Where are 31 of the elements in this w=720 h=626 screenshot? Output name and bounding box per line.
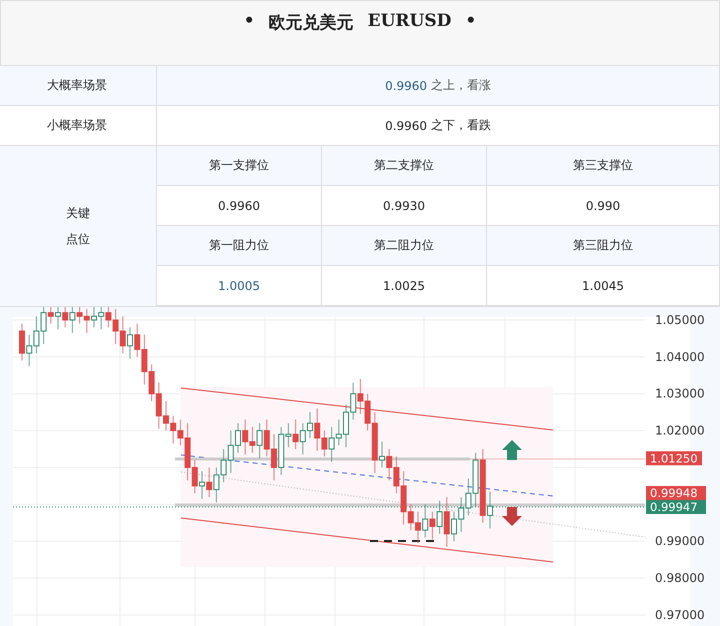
pair-symbol: EURUSD (368, 11, 452, 31)
price-tag: 0.99947 (646, 500, 706, 514)
level-header: 第一阻力位 (157, 226, 322, 266)
scenario-value: 0.9960 之上，看涨 (157, 66, 720, 105)
level-value: 1.0025 (322, 266, 487, 306)
bullet-text: • (244, 11, 255, 31)
level-value: 1.0005 (157, 266, 322, 306)
axis-label: 1.04000 (655, 350, 705, 364)
level-header: 第三支撑位 (487, 146, 720, 186)
up-arrow-icon (502, 440, 522, 460)
level-header: 第三阻力位 (487, 226, 720, 266)
level-header: 第二阻力位 (322, 226, 487, 266)
bullet-text: • (465, 11, 476, 31)
down-arrow-icon (502, 507, 522, 526)
axis-label: 0.97000 (655, 608, 705, 622)
axis-label: 1.02000 (655, 424, 705, 438)
axis-label: 0.99000 (655, 534, 705, 548)
price-tag: 1.01250 (646, 451, 702, 466)
scenario-label: 大概率场景 (0, 66, 157, 105)
price-tag: 0.99948 (646, 486, 706, 500)
level-value: 1.0045 (487, 266, 720, 306)
dashed-line (370, 540, 435, 542)
level-header: 第二支撑位 (322, 146, 487, 186)
scenario-label: 小概率场景 (0, 106, 157, 145)
axis-label: 1.03000 (655, 386, 705, 401)
scenario-value: 0.9960 之下，看跌 (157, 106, 720, 145)
key-levels-label: 关键点位 (66, 204, 90, 248)
pair-name: 欧元兑美元 (268, 12, 354, 34)
axis-label: 0.98000 (655, 571, 705, 586)
level-header: 第一支撑位 (157, 146, 322, 186)
axis-label: 1.05000 (655, 313, 705, 327)
